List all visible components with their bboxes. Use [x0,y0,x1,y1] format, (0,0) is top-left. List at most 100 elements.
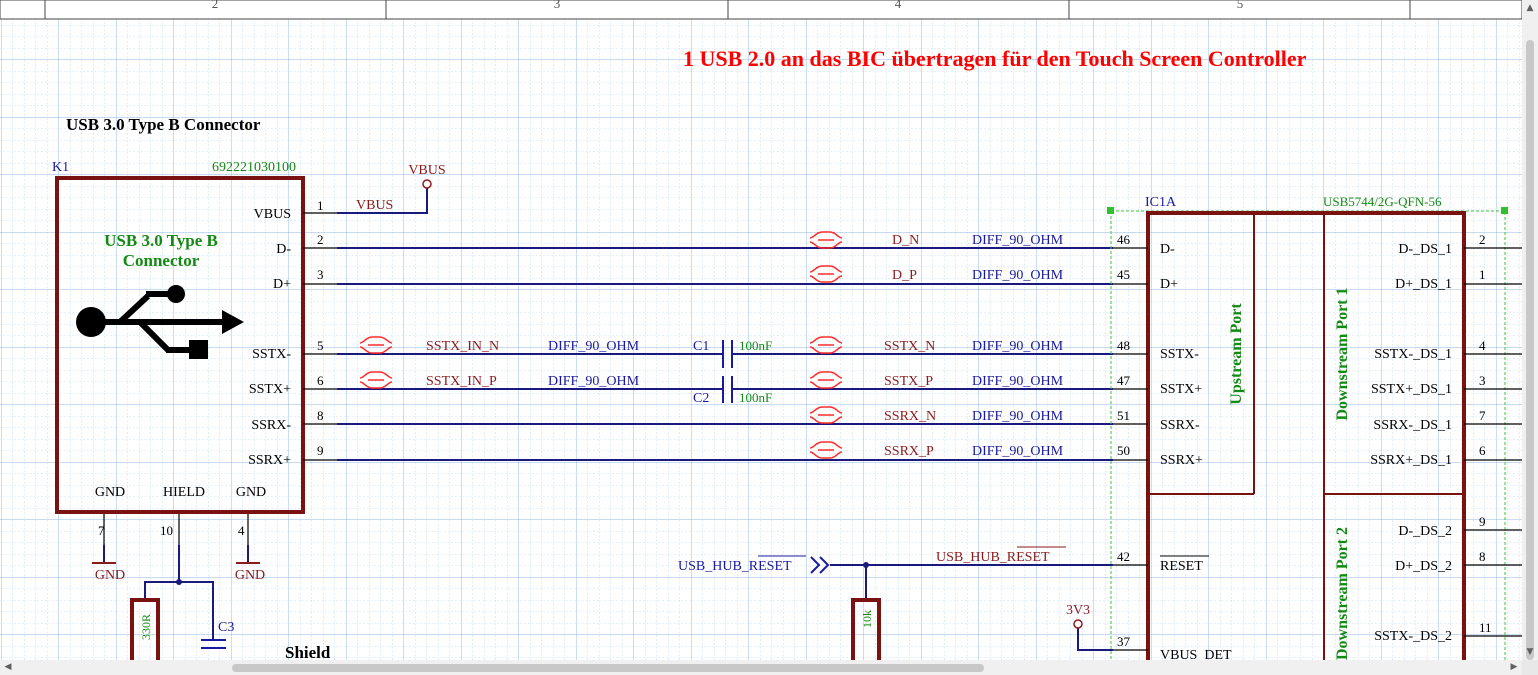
ic-pin-name-sstxm-ds2: SSTX-_DS_2 [1374,629,1452,644]
scroll-left-icon[interactable]: ◀ [0,660,16,675]
net-class-ssrx-p: DIFF_90_OHM [972,444,1064,459]
ic-pin-name-dm: D- [1160,242,1175,257]
k1-pin-number-3: 3 [317,267,324,282]
horizontal-scrollbar[interactable]: ◀ ▶ [0,660,1522,675]
net-class-ssrx-n: DIFF_90_OHM [972,409,1064,424]
net-label-d-p: D_P [892,268,917,283]
ic-pin-number-51: 51 [1117,408,1130,423]
k1-pin-name-vbus: VBUS [254,207,291,222]
scroll-right-icon[interactable]: ▶ [1506,660,1522,675]
net-label-sstx-in-n: SSTX_IN_N [426,339,499,354]
c2-value: 100nF [739,390,772,405]
r-330r-value: 330R [139,614,153,640]
gnd-label-2: GND [235,568,265,583]
r-10k-value: 10k [860,610,874,628]
ic-pin-number-9: 9 [1479,514,1486,529]
net-label-reset: USB_HUB_RESET [936,550,1050,565]
k1-pin-name-gnd-7: GND [95,485,125,500]
k1-pin-number-6: 6 [317,373,324,388]
ic-pin-number-50: 50 [1117,443,1130,458]
net-class-sstx-p: DIFF_90_OHM [972,374,1064,389]
ic-pin-name-dm-ds1: D-_DS_1 [1398,242,1452,257]
scroll-up-icon[interactable]: ▲ [1522,0,1538,16]
zone-label-4: 4 [895,0,902,11]
ic-designator: IC1A [1145,195,1177,210]
k1-pin-name-dp: D+ [273,277,291,292]
ic-pin-name-vbus-det: VBUS_DET [1160,648,1232,660]
net-class-sstx-in-n: DIFF_90_OHM [548,339,640,354]
zone-label-5: 5 [1237,0,1244,11]
k1-pin-number-1: 1 [317,198,324,213]
ic-pin-number-48: 48 [1117,338,1130,353]
ic-pin-name-sstxm-ds1: SSTX-_DS_1 [1374,347,1452,362]
ic-pin-number-37: 37 [1117,634,1131,649]
net-label-vbus: VBUS [356,198,393,213]
scroll-down-icon[interactable]: ▼ [1522,644,1538,660]
net-class-d-n: DIFF_90_OHM [972,233,1064,248]
gnd-label-1: GND [95,568,125,583]
k1-pin-name-sstxp: SSTX+ [249,382,291,397]
k1-pin-name-sstxm: SSTX- [252,347,291,362]
connector-body-label-1: USB 3.0 Type B [104,231,218,250]
ic-downstream1-label: Downstream Port 1 [1334,287,1351,420]
c1-value: 100nF [739,338,772,353]
ic-pin-number-3: 3 [1479,373,1486,388]
junction-reset [863,562,869,568]
vbus-power-label: VBUS [408,163,445,178]
net-label-ssrx-p: SSRX_P [884,444,934,459]
reset-port-label: USB_HUB_RESET [678,559,792,574]
ic-handle-left[interactable] [1107,207,1114,214]
ic-pin-name-sstxp-ds1: SSTX+_DS_1 [1371,382,1452,397]
ic-pin-number-8: 8 [1479,549,1486,564]
k1-pin-number-2: 2 [317,232,324,247]
ic-pin-name-ssrxm: SSRX- [1160,418,1200,433]
k1-pin-number-4: 4 [238,523,245,538]
vertical-scroll-thumb[interactable] [1526,40,1534,660]
connector-heading: USB 3.0 Type B Connector [66,115,261,134]
net-label-sstx-in-p: SSTX_IN_P [426,374,497,389]
junction-shield [176,579,182,585]
ic-pin-name-ssrxp-ds1: SSRX+_DS_1 [1370,453,1452,468]
k1-pin-number-8: 8 [317,408,324,423]
ic-part-number: USB5744/2G-QFN-56 [1323,194,1442,209]
ic-pin-name-ssrxm-ds1: SSRX-_DS_1 [1373,418,1452,433]
k1-pin-name-dm: D- [276,242,291,257]
sheet-title: 1 USB 2.0 an das BIC übertragen für den … [683,46,1307,71]
connector-part-number: 692221030100 [212,160,296,175]
ic-pin-name-reset: RESET [1160,559,1203,574]
ic-pin-name-dp-ds2: D+_DS_2 [1395,559,1452,574]
net-class-sstx-in-p: DIFF_90_OHM [548,374,640,389]
ic-upstream-label: Upstream Port [1228,303,1245,405]
k1-pin-name-ssrxp: SSRX+ [248,453,291,468]
ic-pin-number-6: 6 [1479,443,1486,458]
ic-pin-name-dm-ds2: D-_DS_2 [1398,524,1452,539]
ic-pin-name-dp-ds1: D+_DS_1 [1395,277,1452,292]
ic-pin-number-4: 4 [1479,338,1486,353]
ic-pin-number-45: 45 [1117,267,1130,282]
schematic-canvas[interactable]: 2 3 4 5 1 USB 2.0 an das BIC übertragen … [0,0,1522,660]
horizontal-scroll-thumb[interactable] [232,664,984,672]
zone-ruler: 2 3 4 5 [0,0,1522,20]
ic-pin-number-42: 42 [1117,549,1130,564]
ic-handle-right[interactable] [1501,207,1508,214]
net-label-d-n: D_N [892,233,919,248]
ic-pin-number-11: 11 [1479,620,1492,635]
ic-pin-name-sstxm: SSTX- [1160,347,1199,362]
ic-pin-number-1: 1 [1479,267,1486,282]
ic-pin-name-sstxp: SSTX+ [1160,382,1202,397]
zone-label-3: 3 [554,0,561,11]
net-label-ssrx-n: SSRX_N [884,409,936,424]
k1-pin-name-gnd-4: GND [236,485,266,500]
k1-pin-number-9: 9 [317,443,324,458]
net-class-sstx-n: DIFF_90_OHM [972,339,1064,354]
k1-pin-number-5: 5 [317,338,324,353]
c1-designator: C1 [693,339,709,354]
schematic-sheet[interactable]: 2 3 4 5 1 USB 2.0 an das BIC übertragen … [0,0,1522,660]
vertical-scrollbar[interactable]: ▲ ▼ [1522,0,1538,660]
net-class-d-p: DIFF_90_OHM [972,268,1064,283]
k1-pin-name-ssrxm: SSRX- [251,418,291,433]
ic-pin-name-dp: D+ [1160,277,1178,292]
power-3v3-label: 3V3 [1066,603,1090,618]
c3-designator: C3 [218,620,234,635]
zone-label-2: 2 [212,0,219,11]
